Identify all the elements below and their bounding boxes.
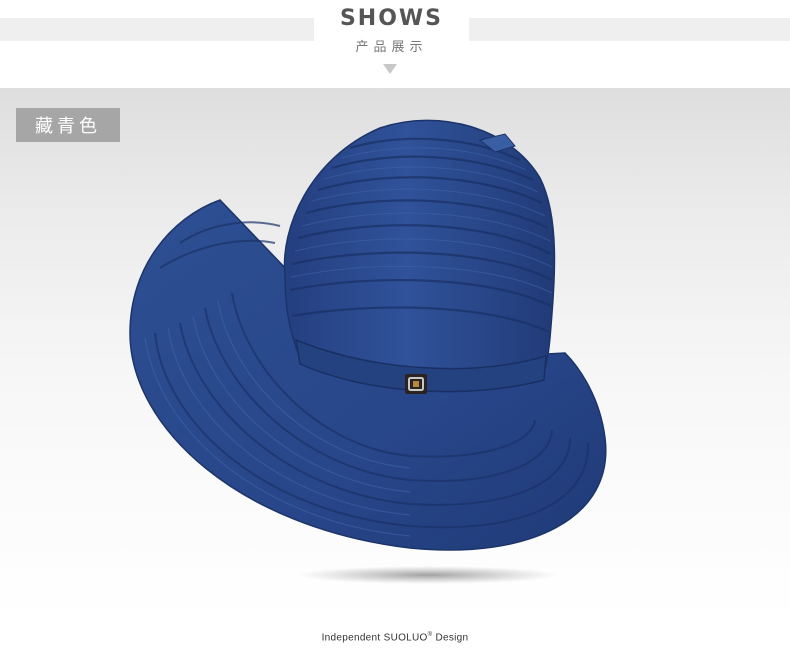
section-subtitle: 产品展示 bbox=[355, 40, 428, 55]
section-header: SHOWS 产品展示 bbox=[0, 0, 790, 88]
down-arrow-icon bbox=[383, 64, 397, 74]
footer-brand-line: Independent SUOLUO® Design bbox=[0, 632, 790, 643]
section-title: SHOWS bbox=[339, 6, 444, 31]
hat-shadow bbox=[298, 566, 558, 584]
navy-bucket-hat-image bbox=[129, 119, 607, 584]
hat-buckle bbox=[405, 374, 427, 394]
header-bar-right bbox=[469, 18, 790, 41]
footer-suffix: Design bbox=[435, 632, 469, 644]
footer-brand: SUOLUO bbox=[383, 632, 428, 644]
footer-prefix: Independent bbox=[321, 632, 381, 644]
color-label-badge: 藏青色 bbox=[16, 108, 120, 142]
registered-mark: ® bbox=[427, 632, 433, 638]
header-bar-left bbox=[0, 18, 314, 41]
